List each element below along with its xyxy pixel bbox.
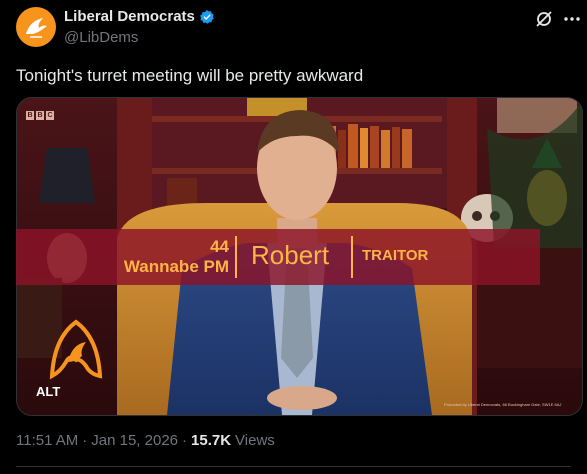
lower-third-name: Robert [251, 240, 330, 270]
imprint-credit: Promoted by Liberal Democrats, 66 Buckin… [444, 402, 562, 407]
lower-third-role: TRAITOR [362, 247, 429, 264]
channel-logo: B B C [26, 111, 54, 120]
meta-separator: · [82, 432, 88, 449]
views-count: 15.7K [191, 432, 232, 449]
author-handle[interactable]: @LibDems [64, 29, 138, 46]
grok-icon[interactable] [534, 9, 554, 29]
channel-logo-letter: B [26, 111, 34, 120]
channel-logo-letter: B [36, 111, 44, 120]
alt-text-badge[interactable]: ALT [36, 384, 60, 399]
lower-third-title: Wannabe PM [123, 257, 229, 276]
tweet-time[interactable]: 11:51 AM [16, 432, 78, 449]
tweet-meta: 11:51 AM · Jan 15, 2026 · 15.7K Views [16, 432, 275, 449]
tweet-text: Tonight's turret meeting will be pretty … [16, 66, 364, 85]
libdem-bird-logo-icon [49, 319, 103, 380]
avatar[interactable] [16, 7, 56, 47]
lower-third-divider [351, 236, 353, 278]
views-label: Views [235, 432, 275, 449]
divider [16, 466, 571, 467]
verified-badge-icon [199, 9, 214, 24]
tweet-date[interactable]: Jan 15, 2026 [91, 432, 178, 449]
lower-third-divider [235, 236, 237, 278]
author-name-row[interactable]: Liberal Democrats [64, 8, 215, 25]
meta-separator: · [182, 432, 188, 449]
libdem-bird-logo-icon [26, 18, 47, 38]
author-display-name[interactable]: Liberal Democrats [64, 8, 195, 25]
lower-third-age: 44 [210, 237, 229, 256]
more-icon[interactable] [562, 9, 582, 29]
channel-logo-letter: C [46, 111, 54, 120]
